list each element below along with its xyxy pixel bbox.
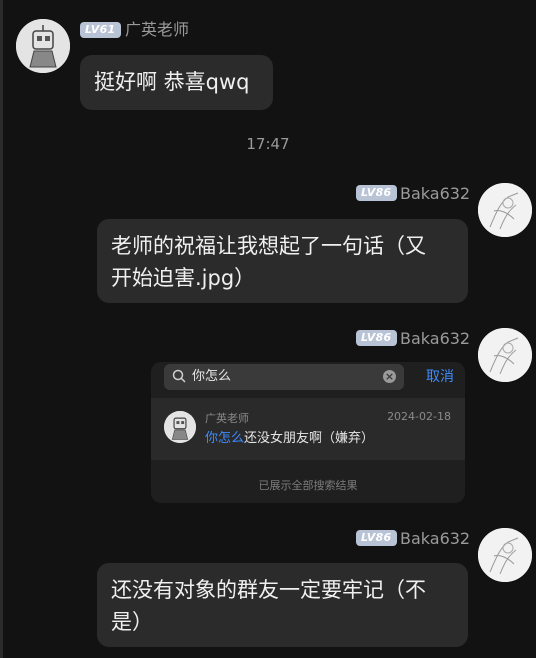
self-avatar[interactable] [478, 183, 532, 237]
message-bubble[interactable]: 还没有对象的群友一定要牢记（不 是） [97, 563, 468, 647]
result-rest: 还没女朋友啊（嫌弃） [244, 431, 375, 446]
left-edge-divider [0, 0, 3, 658]
result-sender: 广英老师 [205, 412, 249, 425]
search-bar: 你怎么 × [164, 364, 404, 390]
sketch-avatar-icon [478, 328, 532, 382]
result-date: 2024-02-18 [387, 410, 451, 423]
search-query: 你怎么 [192, 369, 232, 384]
message-text-line: 老师的祝福让我想起了一句话（又 [111, 234, 426, 258]
search-icon [172, 369, 186, 383]
sender-name[interactable]: Baka632 [400, 184, 470, 204]
timestamp: 17:47 [246, 135, 290, 153]
message-text-line: 开始迫害.jpg） [111, 266, 256, 290]
sender-name[interactable]: Baka632 [400, 329, 470, 349]
level-badge: LV86 [356, 530, 397, 546]
robot-avatar-icon [16, 19, 70, 73]
search-footer-note: 已展示全部搜索结果 [258, 479, 358, 492]
level-badge: LV61 [80, 22, 121, 38]
self-avatar[interactable] [478, 328, 532, 382]
result-highlight: 你怎么 [205, 431, 245, 446]
sketch-avatar-icon [478, 528, 532, 582]
message-bubble[interactable]: 老师的祝福让我想起了一句话（又 开始迫害.jpg） [97, 219, 468, 303]
result-message: 你怎么还没女朋友啊（嫌弃） [205, 430, 374, 448]
message-text: 挺好啊 恭喜qwq [94, 70, 250, 94]
level-badge: LV86 [356, 185, 397, 201]
clear-icon: × [383, 370, 396, 383]
self-avatar[interactable] [478, 528, 532, 582]
message-text-line: 还没有对象的群友一定要牢记（不 [111, 578, 426, 602]
cancel-link: 取消 [426, 369, 454, 385]
sender-avatar-robot[interactable] [16, 19, 70, 73]
sender-name[interactable]: Baka632 [400, 529, 470, 549]
search-screenshot-card[interactable]: 你怎么 × 取消 广英老师 2024-02-18 你怎么还没女朋友啊（嫌弃） 已… [151, 362, 465, 503]
sketch-avatar-icon [478, 183, 532, 237]
level-badge: LV86 [356, 330, 397, 346]
message-text-line: 是） [111, 610, 153, 634]
result-avatar [164, 411, 196, 443]
sender-name[interactable]: 广英老师 [125, 20, 189, 40]
robot-avatar-icon [164, 411, 196, 443]
message-bubble[interactable]: 挺好啊 恭喜qwq [80, 55, 273, 110]
search-result-row: 广英老师 2024-02-18 你怎么还没女朋友啊（嫌弃） [151, 398, 465, 460]
